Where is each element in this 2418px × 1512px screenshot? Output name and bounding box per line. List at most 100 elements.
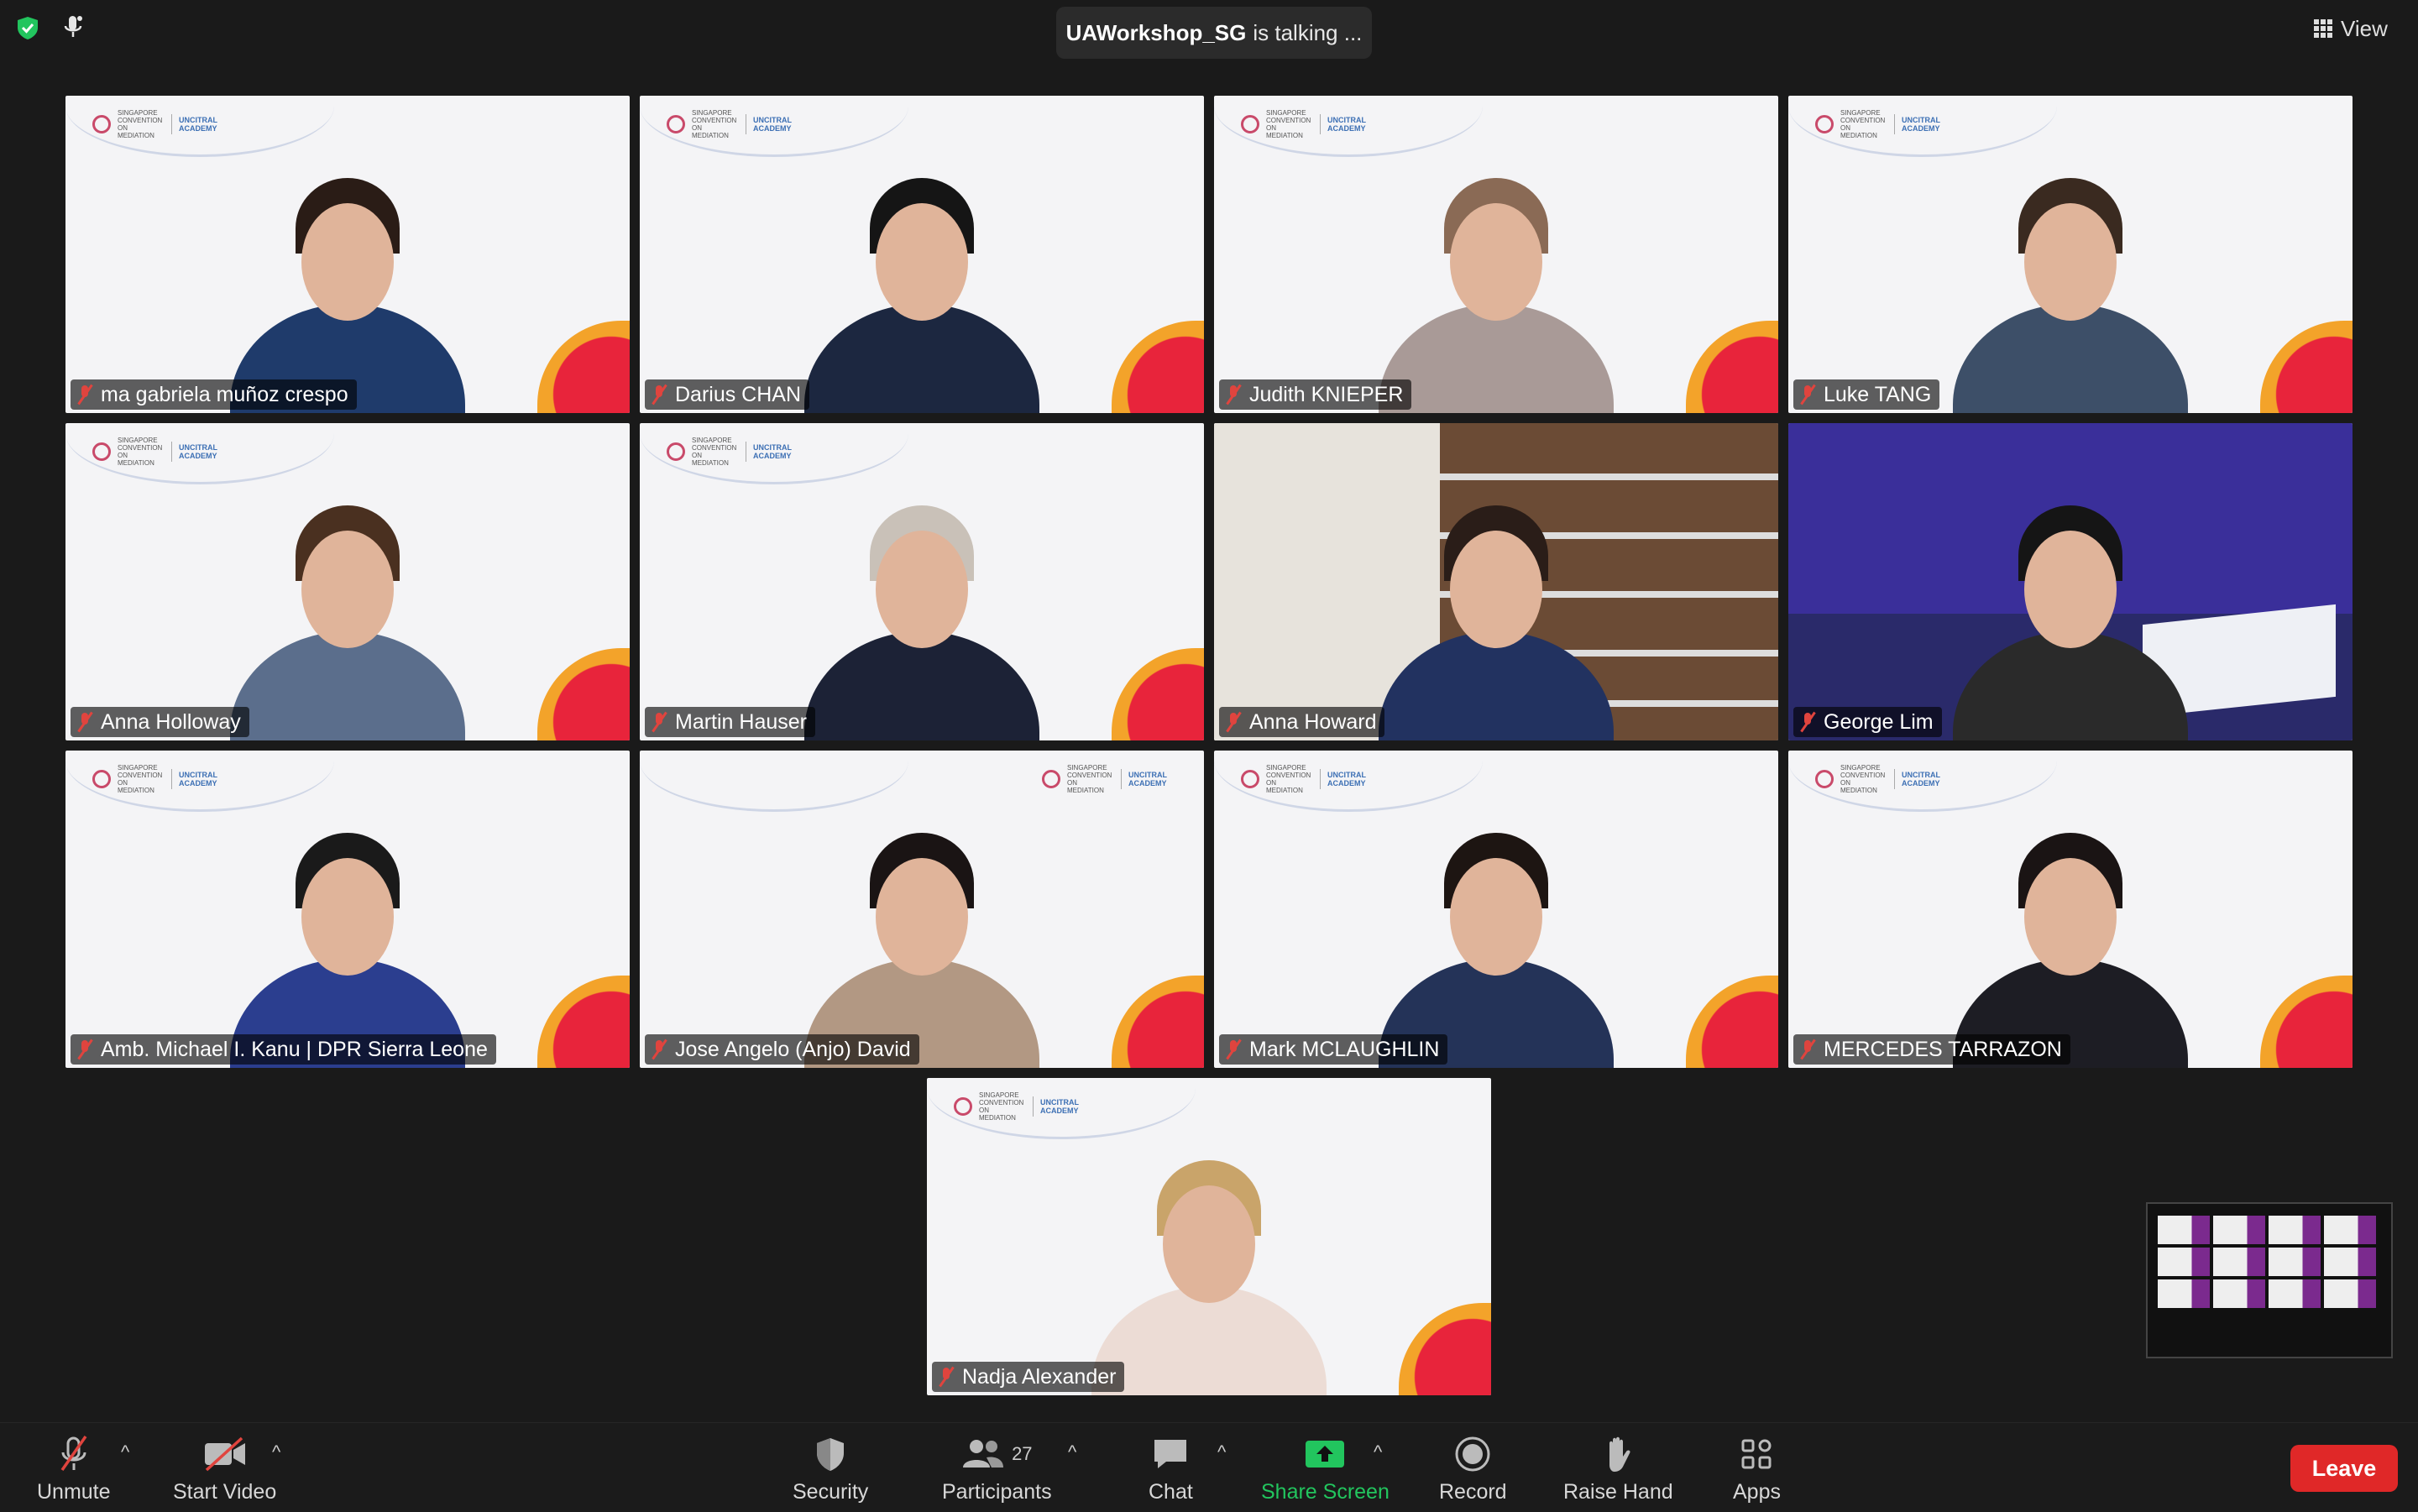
logo-right-text: UNCITRAL ACADEMY — [1327, 771, 1366, 787]
unmute-button[interactable]: Unmute — [37, 1435, 111, 1504]
muted-mic-icon — [1800, 1039, 1816, 1060]
logo-mark-icon — [1241, 770, 1259, 788]
video-options-caret-icon[interactable]: ^ — [272, 1441, 280, 1463]
event-logo: SINGAPORE CONVENTION ON MEDIATION UNCITRA… — [92, 764, 229, 794]
event-logo: SINGAPORE CONVENTION ON MEDIATION UNCITRA… — [1241, 109, 1378, 139]
muted-mic-icon — [939, 1366, 955, 1388]
meeting-toolbar: Unmute ^ Start Video ^ Security 27 Parti… — [0, 1422, 2418, 1512]
participant-video — [1370, 144, 1622, 413]
event-logo: SINGAPORE CONVENTION ON MEDIATION UNCITRA… — [1241, 764, 1378, 794]
participant-nameplate: Luke TANG — [1793, 379, 1940, 410]
participant-video-tile[interactable]: SINGAPORE CONVENTION ON MEDIATION UNCITRA… — [1788, 96, 2353, 413]
record-icon — [1455, 1436, 1490, 1472]
logo-mark-icon — [954, 1097, 972, 1116]
muted-mic-icon — [652, 384, 667, 405]
participant-name: Judith KNIEPER — [1249, 382, 1404, 406]
record-label: Record — [1439, 1480, 1507, 1504]
security-label: Security — [793, 1480, 869, 1504]
logo-right-text: UNCITRAL ACADEMY — [1902, 771, 1940, 787]
participant-video-tile[interactable]: SINGAPORE CONVENTION ON MEDIATION UNCITRA… — [927, 1078, 1491, 1395]
audio-indicator-icon[interactable] — [60, 13, 86, 42]
participant-video-tile[interactable]: SINGAPORE CONVENTION ON MEDIATION UNCITRA… — [640, 96, 1204, 413]
muted-mic-icon — [77, 1039, 93, 1060]
participant-video-tile[interactable]: SINGAPORE CONVENTION ON MEDIATION UNCITRA… — [1214, 751, 1778, 1068]
raise-hand-icon — [1609, 1436, 1630, 1472]
participant-video-tile[interactable]: SINGAPORE CONVENTION ON MEDIATION UNCITRA… — [65, 96, 630, 413]
security-shield-icon — [817, 1438, 845, 1471]
participant-nameplate: Mark MCLAUGHLIN — [1219, 1034, 1448, 1065]
share-screen-arrow-icon — [1306, 1441, 1345, 1468]
participant-nameplate: Jose Angelo (Anjo) David — [645, 1034, 919, 1065]
participant-video-tile[interactable]: SINGAPORE CONVENTION ON MEDIATION UNCITRA… — [1214, 96, 1778, 413]
start-video-button[interactable]: Start Video — [173, 1435, 276, 1504]
unmute-label: Unmute — [37, 1480, 111, 1504]
participants-button[interactable]: 27 Participants — [942, 1435, 1052, 1504]
participant-name: George Lim — [1824, 709, 1934, 734]
event-logo: SINGAPORE CONVENTION ON MEDIATION UNCITRA… — [667, 437, 803, 467]
view-button[interactable]: View — [2314, 12, 2406, 45]
grid-view-icon — [2314, 19, 2332, 38]
logo-left-text: SINGAPORE CONVENTION ON MEDIATION — [118, 437, 163, 467]
active-speaker-banner: UAWorkshop_SG is talking ... — [1056, 7, 1372, 59]
participant-video-tile[interactable]: SINGAPORE CONVENTION ON MEDIATION UNCITRA… — [65, 423, 630, 740]
logo-left-text: SINGAPORE CONVENTION ON MEDIATION — [692, 109, 737, 139]
gallery-thumbnail-preview[interactable] — [2146, 1202, 2393, 1358]
event-logo: SINGAPORE CONVENTION ON MEDIATION UNCITRA… — [667, 109, 803, 139]
logo-mark-icon — [92, 770, 111, 788]
participant-name: Jose Angelo (Anjo) David — [675, 1037, 911, 1061]
logo-right-text: UNCITRAL ACADEMY — [753, 116, 792, 133]
logo-right-text: UNCITRAL ACADEMY — [179, 771, 217, 787]
participant-name: Martin Hauser — [675, 709, 807, 734]
encryption-shield-icon[interactable] — [15, 15, 40, 40]
logo-mark-icon — [1241, 115, 1259, 133]
logo-right-text: UNCITRAL ACADEMY — [179, 443, 217, 460]
participant-video-tile[interactable]: SINGAPORE CONVENTION ON MEDIATION UNCITRA… — [65, 751, 630, 1068]
start-video-label: Start Video — [173, 1480, 277, 1504]
logo-mark-icon — [667, 115, 685, 133]
raise-hand-button[interactable]: Raise Hand — [1563, 1435, 1673, 1504]
video-off-icon — [204, 1436, 245, 1472]
participant-nameplate: Nadja Alexander — [932, 1362, 1125, 1392]
participants-count: 27 — [1012, 1443, 1033, 1464]
muted-mic-icon — [1226, 711, 1242, 733]
muted-mic-icon — [60, 1435, 87, 1472]
leave-button[interactable]: Leave — [2290, 1445, 2398, 1492]
audio-options-caret-icon[interactable]: ^ — [121, 1441, 129, 1463]
participant-name: Amb. Michael I. Kanu | DPR Sierra Leone — [101, 1037, 488, 1061]
logo-right-text: UNCITRAL ACADEMY — [1040, 1098, 1079, 1115]
participant-video-tile[interactable]: Anna Howard — [1214, 423, 1778, 740]
participants-label: Participants — [942, 1480, 1052, 1504]
participant-video-tile[interactable]: SINGAPORE CONVENTION ON MEDIATION UNCITRA… — [640, 751, 1204, 1068]
participant-video — [1944, 472, 2196, 740]
participant-video — [222, 144, 474, 413]
muted-mic-icon — [652, 1039, 667, 1060]
record-button[interactable]: Record — [1439, 1435, 1507, 1504]
participant-video — [1944, 144, 2196, 413]
view-label: View — [2341, 15, 2388, 41]
participant-video-tile[interactable]: SINGAPORE CONVENTION ON MEDIATION UNCITRA… — [1788, 751, 2353, 1068]
apps-button[interactable]: Apps — [1733, 1435, 1781, 1504]
participant-video — [796, 144, 1048, 413]
participant-video-tile[interactable]: George Lim — [1788, 423, 2353, 740]
chat-options-caret-icon[interactable]: ^ — [1217, 1441, 1226, 1463]
logo-left-text: SINGAPORE CONVENTION ON MEDIATION — [1840, 109, 1886, 139]
security-button[interactable]: Security — [793, 1435, 868, 1504]
logo-mark-icon — [667, 442, 685, 461]
logo-left-text: SINGAPORE CONVENTION ON MEDIATION — [692, 437, 737, 467]
share-options-caret-icon[interactable]: ^ — [1374, 1441, 1382, 1463]
participants-options-caret-icon[interactable]: ^ — [1068, 1441, 1076, 1463]
participant-nameplate: MERCEDES TARRAZON — [1793, 1034, 2070, 1065]
muted-mic-icon — [1226, 1039, 1242, 1060]
share-screen-label: Share Screen — [1261, 1480, 1390, 1504]
apps-icon — [1741, 1439, 1772, 1469]
participant-nameplate: Darius CHAN — [645, 379, 810, 410]
logo-mark-icon — [92, 442, 111, 461]
share-screen-button[interactable]: Share Screen — [1261, 1435, 1390, 1504]
chat-label: Chat — [1149, 1480, 1193, 1504]
participant-name: ma gabriela muñoz crespo — [101, 382, 348, 406]
participant-video-tile[interactable]: SINGAPORE CONVENTION ON MEDIATION UNCITRA… — [640, 423, 1204, 740]
logo-left-text: SINGAPORE CONVENTION ON MEDIATION — [979, 1091, 1024, 1122]
participants-icon — [963, 1440, 1004, 1468]
logo-left-text: SINGAPORE CONVENTION ON MEDIATION — [1067, 764, 1112, 794]
chat-button[interactable]: Chat — [1149, 1435, 1193, 1504]
